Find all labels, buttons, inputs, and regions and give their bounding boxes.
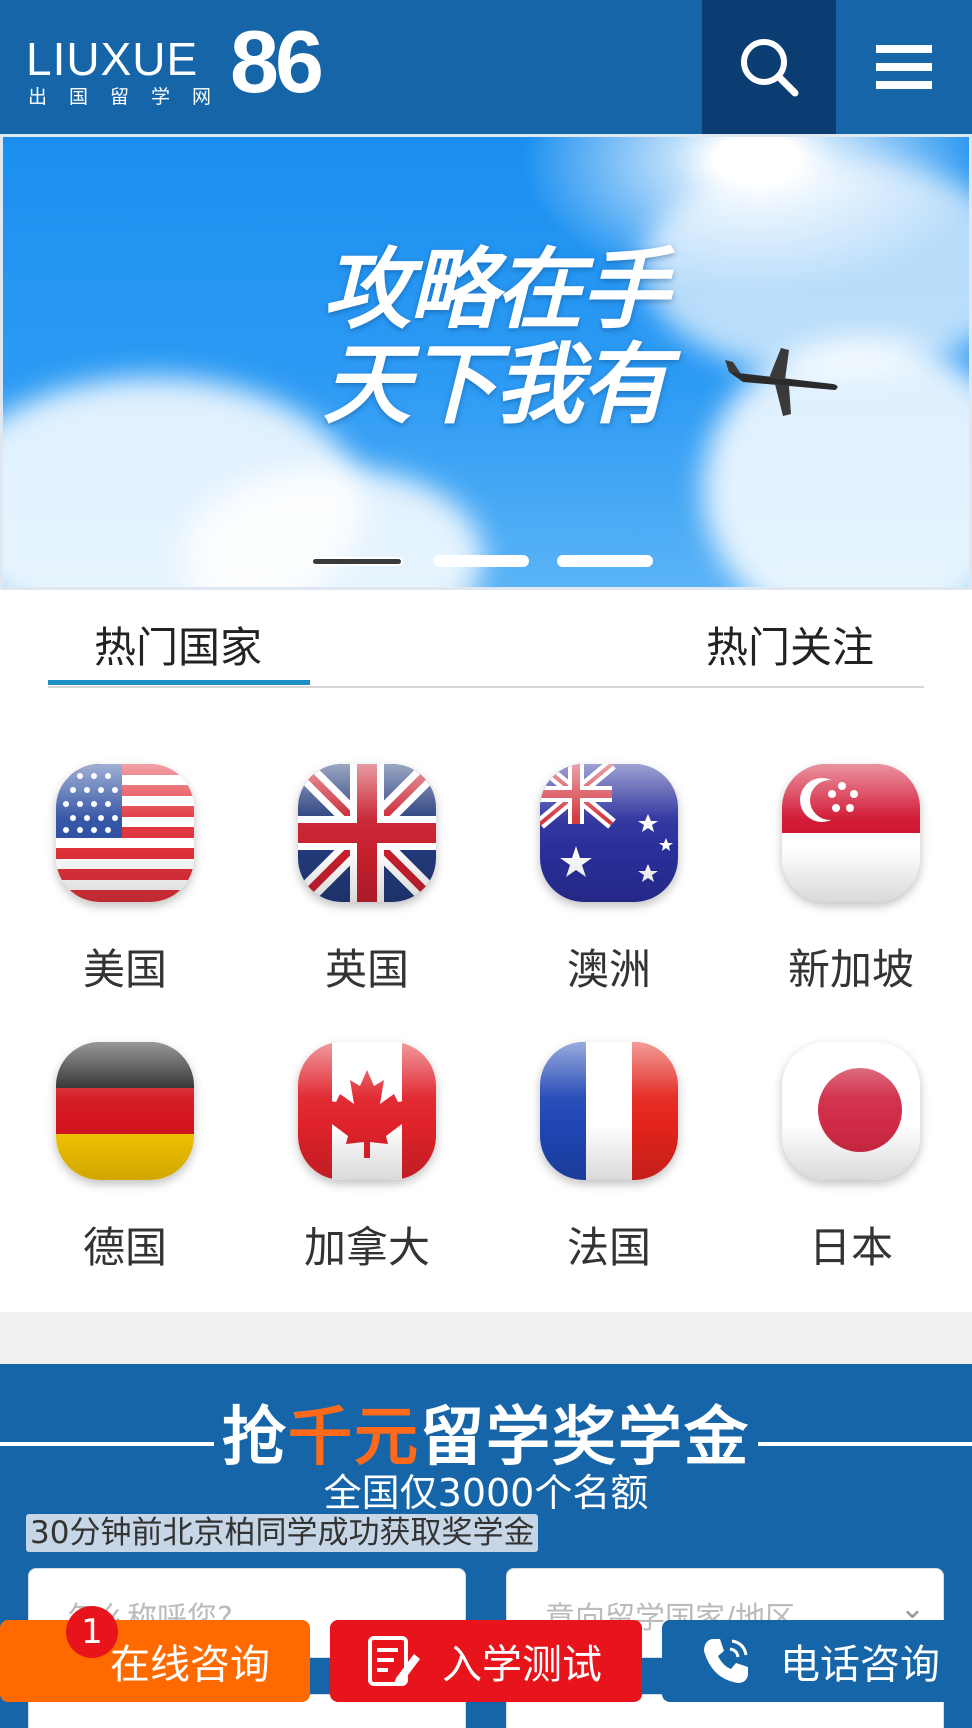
hero-banner[interactable]: 攻略在手 天下我有 <box>0 134 972 590</box>
carousel-dot-1[interactable] <box>311 557 403 566</box>
success-ticker: 30分钟前北京柏同学成功获取奖学金 <box>26 1514 539 1552</box>
tab-hot-countries[interactable]: 热门国家 <box>94 614 262 675</box>
country-item-singapore[interactable]: 新加坡 <box>746 740 946 994</box>
france-flag-icon <box>540 1042 678 1180</box>
country-item-australia[interactable]: 澳洲 <box>504 740 704 994</box>
canada-flag-icon <box>298 1042 436 1180</box>
phone-consult-label: 电话咨询 <box>780 1642 940 1688</box>
country-name: 澳洲 <box>566 945 651 994</box>
banner-slogan-line2: 天下我有 <box>323 332 669 437</box>
country-name: 英国 <box>324 945 409 994</box>
carousel-indicators <box>3 555 969 575</box>
airplane-icon <box>725 348 838 416</box>
phone-consult-button[interactable]: 电话咨询 <box>662 1620 972 1702</box>
hamburger-menu-icon <box>876 45 932 89</box>
country-item-germany[interactable]: 德国 <box>20 1018 220 1272</box>
country-name: 美国 <box>82 945 167 994</box>
uk-flag-icon <box>298 764 436 902</box>
country-name: 新加坡 <box>787 945 914 994</box>
country-item-france[interactable]: 法国 <box>504 1018 704 1272</box>
country-name: 法国 <box>566 1223 651 1272</box>
japan-flag-icon <box>782 1042 920 1180</box>
menu-button[interactable] <box>836 0 972 134</box>
banner-slogan: 攻略在手 天下我有 <box>323 237 669 437</box>
country-name: 日本 <box>808 1223 893 1272</box>
country-name: 加拿大 <box>303 1223 430 1272</box>
carousel-dot-3[interactable] <box>557 555 653 567</box>
site-header: LIUXUE 86 出国留学网 <box>0 0 972 134</box>
us-flag-icon <box>56 764 194 902</box>
logo-wordmark: LIUXUE <box>26 33 199 85</box>
australia-flag-icon <box>540 764 678 902</box>
country-item-uk[interactable]: 英国 <box>262 740 462 994</box>
carousel-dot-2[interactable] <box>433 555 529 567</box>
germany-flag-icon <box>56 1042 194 1180</box>
search-button[interactable] <box>702 0 836 134</box>
entrance-test-label: 入学测试 <box>442 1642 602 1688</box>
banner-slogan-line1: 攻略在手 <box>323 237 669 341</box>
logo-number: 86 <box>230 12 324 111</box>
section-divider <box>0 1312 972 1364</box>
tab-hot-topics[interactable]: 热门关注 <box>706 614 874 675</box>
search-icon <box>741 39 799 97</box>
country-name: 德国 <box>82 1223 167 1272</box>
edit-form-icon <box>368 1636 420 1686</box>
entrance-test-button[interactable]: 入学测试 <box>330 1620 642 1702</box>
logo-subtitle: 出国留学网 <box>28 86 234 108</box>
country-grid: 美国 英国 澳洲 新加坡 德国 加拿大 法国 日本 <box>0 740 972 1272</box>
phone-icon <box>704 1639 748 1683</box>
site-logo[interactable]: LIUXUE 86 出国留学网 <box>26 18 346 112</box>
bottom-action-bar: 在线咨询 1 入学测试 电话咨询 <box>0 1606 972 1702</box>
country-item-canada[interactable]: 加拿大 <box>262 1018 462 1272</box>
active-tab-indicator <box>48 680 310 685</box>
country-item-japan[interactable]: 日本 <box>746 1018 946 1272</box>
scholarship-subtitle: 全国仅3000个名额 <box>323 1471 649 1515</box>
unread-badge: 1 <box>66 1606 118 1658</box>
online-consult-button[interactable]: 在线咨询 1 <box>0 1606 310 1702</box>
country-item-usa[interactable]: 美国 <box>20 740 220 994</box>
online-consult-label: 在线咨询 <box>110 1642 270 1688</box>
singapore-flag-icon <box>782 764 920 902</box>
country-tabs: 热门国家 热门关注 <box>48 592 924 688</box>
